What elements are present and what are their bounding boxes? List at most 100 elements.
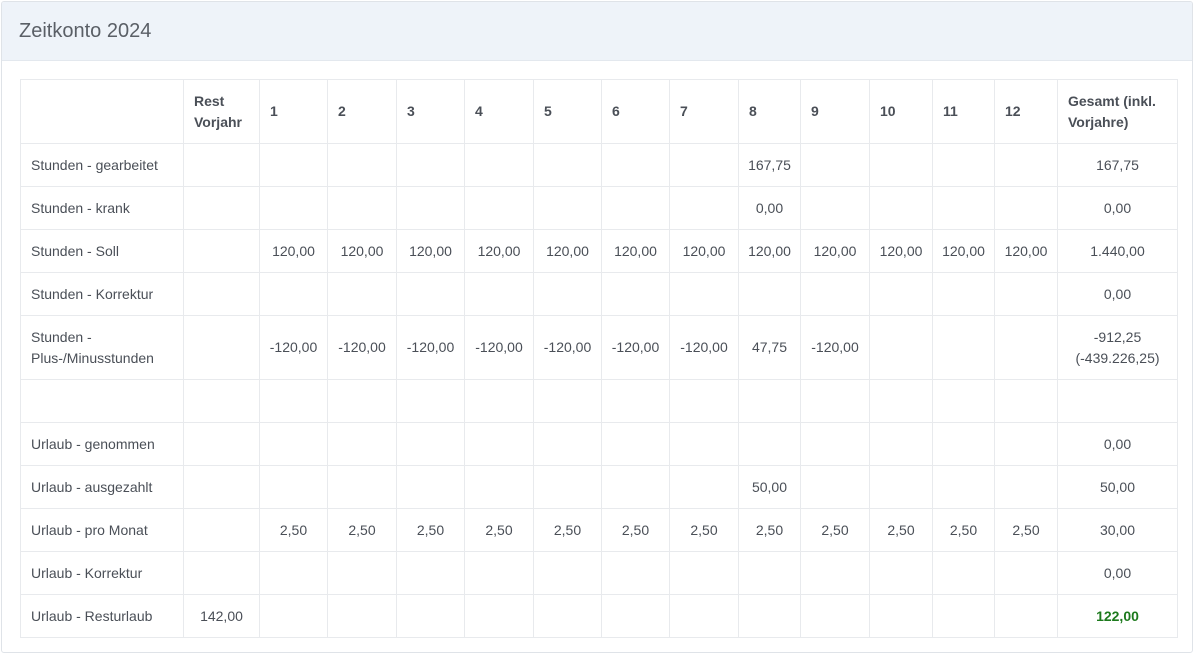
cell-month (327, 186, 397, 230)
cell-month (932, 272, 995, 316)
cell-month (464, 422, 534, 466)
cell-month: -120,00 (669, 315, 739, 380)
cell-month (396, 594, 465, 638)
cell-month (396, 186, 465, 230)
cell-month (994, 551, 1058, 595)
table-row: Stunden - Korrektur 0,00 (20, 272, 1178, 316)
cell-month (601, 272, 670, 316)
cell-month (932, 465, 995, 509)
header-label (20, 79, 184, 144)
cell-month (464, 272, 534, 316)
table-row: Stunden - Plus-/Minusstunden -120,00 -120,… (20, 315, 1178, 380)
cell-rest-vorjahr (183, 143, 260, 187)
cell-month (869, 594, 933, 638)
cell-rest-vorjahr (183, 229, 260, 273)
cell-month (259, 379, 328, 423)
row-label: Stunden - Korrektur (20, 272, 184, 316)
cell-month (601, 379, 670, 423)
spacer-row (20, 379, 1178, 423)
header-gesamt: Gesamt (inkl. Vorjahre) (1057, 79, 1178, 144)
cell-rest-vorjahr (183, 315, 260, 380)
cell-month (669, 379, 739, 423)
table-row: Stunden - krank 0,00 0,00 (20, 186, 1178, 230)
row-label: Urlaub - Korrektur (20, 551, 184, 595)
cell-month (669, 465, 739, 509)
cell-month (259, 465, 328, 509)
page-title: Zeitkonto 2024 (19, 19, 152, 42)
header-rest-vorjahr: Rest Vorjahr (183, 79, 260, 144)
header-month: 3 (396, 79, 465, 144)
cell-month: -120,00 (601, 315, 670, 380)
header-month: 9 (800, 79, 870, 144)
cell-month (932, 315, 995, 380)
cell-month (533, 594, 602, 638)
cell-gesamt: 0,00 (1057, 186, 1178, 230)
cell-month: 2,50 (932, 508, 995, 552)
cell-month (464, 551, 534, 595)
cell-month (669, 551, 739, 595)
cell-month (932, 422, 995, 466)
cell-gesamt: 0,00 (1057, 272, 1178, 316)
cell-month: -120,00 (327, 315, 397, 380)
cell-month (259, 143, 328, 187)
cell-month: 120,00 (800, 229, 870, 273)
cell-month (800, 551, 870, 595)
cell-gesamt (1057, 379, 1178, 423)
cell-month: -120,00 (396, 315, 465, 380)
cell-month: 2,50 (800, 508, 870, 552)
cell-month: 120,00 (327, 229, 397, 273)
cell-month: 120,00 (396, 229, 465, 273)
cell-month: 2,50 (533, 508, 602, 552)
cell-month (259, 272, 328, 316)
cell-month: 120,00 (932, 229, 995, 273)
header-month: 1 (259, 79, 328, 144)
cell-month (932, 594, 995, 638)
cell-rest-vorjahr (183, 551, 260, 595)
header-month: 12 (994, 79, 1058, 144)
cell-month (869, 272, 933, 316)
table-container: Rest Vorjahr 1 2 3 4 5 6 7 8 9 10 11 12 … (20, 79, 1178, 638)
cell-month (869, 422, 933, 466)
cell-month (869, 315, 933, 380)
cell-month (533, 551, 602, 595)
table-row: Urlaub - genommen 0,00 (20, 422, 1178, 466)
row-label: Stunden - Soll (20, 229, 184, 273)
cell-month: 2,50 (738, 508, 801, 552)
cell-month (669, 422, 739, 466)
cell-month (396, 143, 465, 187)
cell-month (669, 186, 739, 230)
cell-month (464, 379, 534, 423)
cell-gesamt: 0,00 (1057, 551, 1178, 595)
cell-rest-vorjahr (183, 422, 260, 466)
cell-month (800, 379, 870, 423)
cell-month (327, 594, 397, 638)
cell-gesamt: 30,00 (1057, 508, 1178, 552)
cell-month (533, 465, 602, 509)
cell-month (800, 422, 870, 466)
cell-month: 2,50 (994, 508, 1058, 552)
cell-month: -120,00 (259, 315, 328, 380)
cell-month (869, 186, 933, 230)
cell-month: 120,00 (994, 229, 1058, 273)
cell-month (932, 551, 995, 595)
cell-month (464, 143, 534, 187)
row-label: Stunden - krank (20, 186, 184, 230)
header-month: 5 (533, 79, 602, 144)
cell-rest-vorjahr: 142,00 (183, 594, 260, 638)
header-month: 4 (464, 79, 534, 144)
cell-gesamt: 167,75 (1057, 143, 1178, 187)
cell-month (601, 143, 670, 187)
cell-month: 2,50 (869, 508, 933, 552)
cell-month: 47,75 (738, 315, 801, 380)
header-month: 11 (932, 79, 995, 144)
cell-month: 2,50 (259, 508, 328, 552)
cell-month (800, 186, 870, 230)
cell-gesamt: -912,25 (-439.226,25) (1057, 315, 1178, 380)
row-label (20, 379, 184, 423)
cell-month (601, 465, 670, 509)
cell-month: 2,50 (601, 508, 670, 552)
cell-month (669, 594, 739, 638)
zeitkonto-table: Rest Vorjahr 1 2 3 4 5 6 7 8 9 10 11 12 … (20, 79, 1178, 638)
cell-month (800, 594, 870, 638)
cell-month (464, 465, 534, 509)
